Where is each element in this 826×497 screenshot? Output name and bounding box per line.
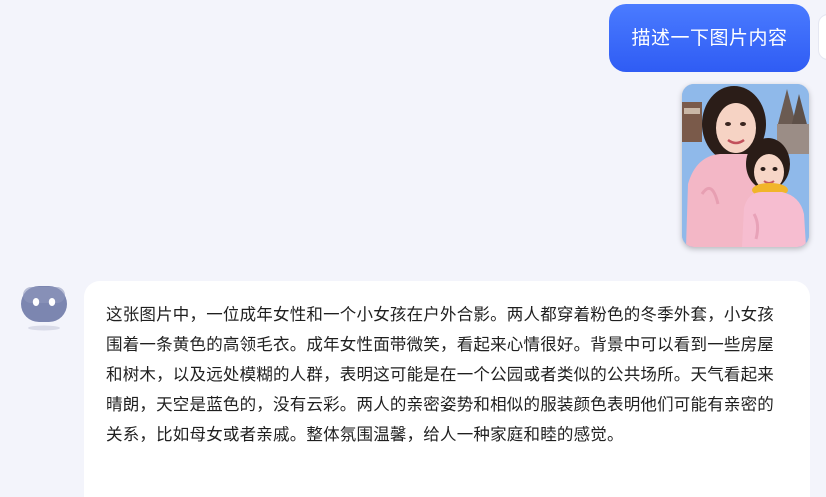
photo-illustration — [682, 84, 809, 247]
user-message-text: 描述一下图片内容 — [631, 27, 788, 49]
robot-face-icon — [21, 286, 67, 331]
side-panel-edge — [818, 14, 826, 60]
user-message-bubble: 描述一下图片内容 — [609, 4, 810, 72]
bot-avatar — [19, 284, 69, 332]
bot-message-bubble: 这张图片中，一位成年女性和一个小女孩在户外合影。两人都穿着粉色的冬季外套，小女孩… — [84, 281, 810, 497]
uploaded-photo[interactable] — [682, 84, 809, 247]
chat-page: 描述一下图片内容 这张图片中，一位成年女性和一个小女孩在户外合影。两人都穿着粉色… — [0, 0, 826, 497]
bot-message-text: 这张图片中，一位成年女性和一个小女孩在户外合影。两人都穿着粉色的冬季外套，小女孩… — [106, 305, 774, 444]
